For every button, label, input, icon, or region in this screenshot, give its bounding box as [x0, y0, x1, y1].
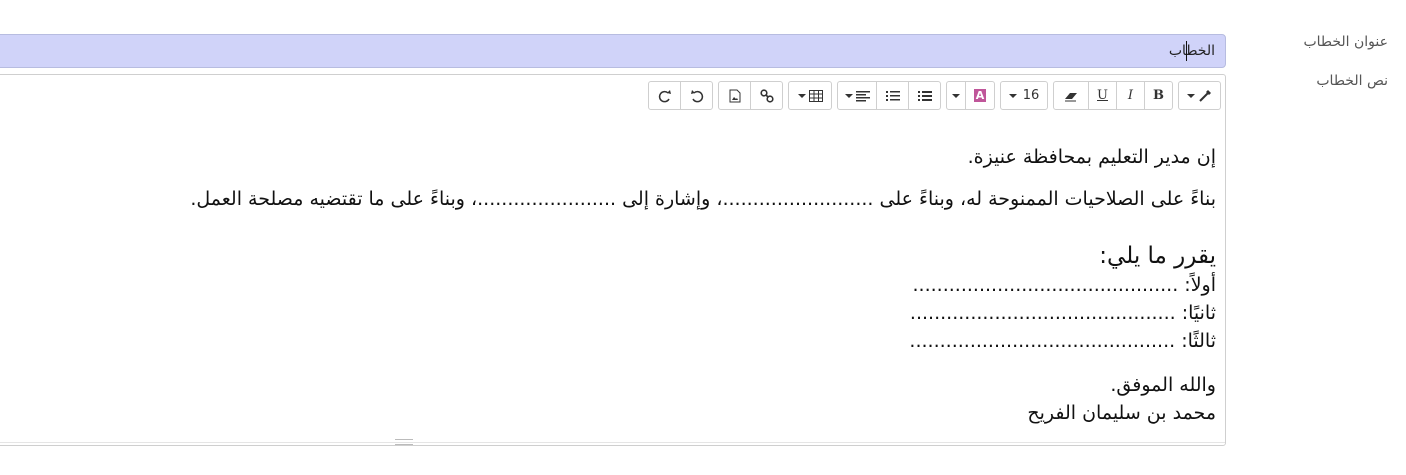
table-dropdown[interactable]: [788, 81, 832, 110]
redo-button[interactable]: [648, 81, 681, 110]
letter-item-second: ثانيًا: ................................…: [909, 302, 1216, 324]
text-caret: [1186, 41, 1187, 61]
unordered-list-icon: [917, 90, 932, 101]
image-icon: [729, 89, 740, 102]
table-icon: [808, 89, 823, 102]
letter-content[interactable]: إن مدير التعليم بمحافظة عنيزة. بناءً على…: [56, 143, 1216, 427]
rich-text-editor[interactable]: B I U 16 A إن مدير التعليم بمحافظة عنيزة…: [0, 74, 1226, 446]
title-input[interactable]: [0, 34, 1226, 68]
font-size-dropdown[interactable]: 16: [1000, 81, 1048, 110]
letter-decides-heading: يقرر ما يلي:: [1099, 243, 1216, 269]
letter-signature: محمد بن سليمان الفريح: [1027, 402, 1216, 424]
link-icon: [759, 88, 774, 103]
font-color-dropdown[interactable]: [946, 81, 966, 110]
chevron-down-icon: [952, 93, 960, 98]
link-button[interactable]: [750, 81, 783, 110]
letter-item-first: أولاً: .................................…: [912, 274, 1216, 296]
ordered-list-icon: [885, 90, 900, 101]
chevron-down-icon: [1008, 93, 1017, 98]
chevron-down-icon: [1187, 93, 1195, 98]
bold-button[interactable]: B: [1144, 81, 1173, 110]
font-color-icon: A: [973, 89, 987, 102]
magic-wand-icon: [1199, 89, 1211, 102]
undo-icon: [690, 89, 703, 102]
letter-preamble: بناءً على الصلاحيات الممنوحة له، وبناءً …: [190, 188, 1216, 210]
ordered-list-button[interactable]: [876, 81, 909, 110]
unordered-list-button[interactable]: [908, 81, 941, 110]
eraser-button[interactable]: [1053, 81, 1089, 110]
letter-item-third: ثالثًا: ................................…: [909, 330, 1216, 352]
eraser-icon: [1065, 92, 1077, 101]
title-label: عنوان الخطاب: [1303, 34, 1388, 50]
paragraph-align-dropdown[interactable]: [837, 81, 877, 110]
body-label: نص الخطاب: [1316, 73, 1388, 89]
chevron-down-icon: [797, 93, 806, 98]
undo-button[interactable]: [680, 81, 713, 110]
underline-button[interactable]: U: [1088, 81, 1117, 110]
letter-intro: إن مدير التعليم بمحافظة عنيزة.: [967, 146, 1216, 168]
italic-button[interactable]: I: [1116, 81, 1145, 110]
image-button[interactable]: [718, 81, 751, 110]
editor-bottom-border: [0, 442, 1225, 443]
editor-resize-handle[interactable]: [395, 439, 413, 445]
chevron-down-icon: [844, 93, 853, 98]
style-dropdown-button[interactable]: [1178, 81, 1221, 110]
paragraph-align-icon: [855, 90, 870, 101]
font-size-value: 16: [1022, 88, 1040, 103]
redo-icon: [658, 89, 671, 102]
letter-closing: والله الموفق.: [1110, 374, 1216, 396]
font-color-button[interactable]: A: [965, 81, 995, 110]
